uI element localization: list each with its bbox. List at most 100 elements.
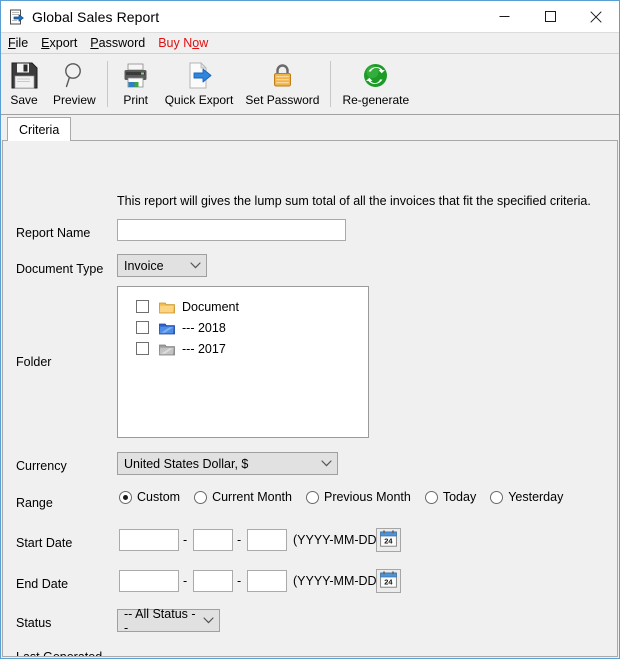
range-option-custom[interactable]: Custom (119, 490, 180, 504)
start-date-separator-2: - (237, 533, 242, 547)
magnifier-icon (57, 59, 91, 92)
radio-icon[interactable] (119, 490, 132, 504)
svg-text:24: 24 (384, 537, 393, 546)
document-type-select[interactable]: Invoice (117, 254, 207, 277)
range-label: Range (16, 496, 53, 510)
radio-icon[interactable] (424, 490, 438, 504)
minimize-icon[interactable] (481, 1, 527, 32)
range-option-label: Current Month (212, 490, 292, 504)
range-option-label: Today (442, 490, 477, 504)
calendar-icon: 24 (380, 571, 397, 591)
print-button[interactable]: Print (113, 59, 159, 113)
folder-checkbox[interactable] (136, 321, 149, 334)
preview-button[interactable]: Preview (47, 59, 102, 113)
list-item-label: Document (182, 299, 239, 314)
start-date-calendar-button[interactable]: 24 (376, 528, 401, 552)
start-date-format-hint: (YYYY-MM-DD) (293, 533, 381, 547)
last-generated-value: -- (119, 650, 128, 657)
list-item-label: --- 2017 (182, 341, 226, 356)
folder-icon-blue (159, 321, 175, 335)
toolbar: Save Preview Print Quick Export Set Pass… (1, 53, 619, 115)
tab-criteria-label: Criteria (19, 122, 60, 137)
status-value: -- All Status -- (124, 606, 196, 635)
status-select[interactable]: -- All Status -- (117, 606, 220, 635)
list-item[interactable]: --- 2018 (118, 317, 368, 338)
list-item[interactable]: --- 2017 (118, 338, 368, 359)
preview-button-label: Preview (53, 93, 96, 107)
document-type-label: Document Type (16, 262, 104, 276)
range-option-label: Custom (137, 490, 181, 504)
end-date-format-hint: (YYYY-MM-DD) (293, 574, 381, 588)
chevron-down-icon (198, 617, 219, 624)
document-export-icon (182, 59, 216, 92)
close-icon[interactable] (573, 1, 619, 32)
menu-item-password[interactable]: Password (90, 34, 152, 52)
svg-text:24: 24 (384, 578, 393, 587)
folder-icon-gold (159, 300, 175, 314)
report-name-label: Report Name (16, 226, 91, 240)
range-option-label: Yesterday (508, 490, 564, 504)
document-type-value: Invoice (124, 258, 164, 273)
folder-checkbox[interactable] (136, 342, 149, 355)
maximize-icon[interactable] (527, 1, 573, 32)
end-date-calendar-button[interactable]: 24 (376, 569, 401, 593)
save-button[interactable]: Save (1, 59, 47, 113)
range-option-previous-month[interactable]: Previous Month (305, 490, 411, 504)
application-window: Global Sales Report File Export Password… (0, 0, 620, 659)
chevron-down-icon (184, 262, 206, 269)
window-title: Global Sales Report (32, 8, 160, 25)
range-option-label: Previous Month (323, 490, 411, 504)
save-button-label: Save (10, 93, 38, 107)
quick-export-button-label: Quick Export (164, 93, 234, 107)
folder-list[interactable]: Document --- 2018 --- 2017 (117, 286, 369, 438)
floppy-disk-icon (7, 59, 41, 92)
print-button-label: Print (123, 93, 149, 107)
end-date-separator-2: - (237, 574, 242, 588)
title-bar: Global Sales Report (1, 1, 619, 32)
radio-icon[interactable] (194, 490, 208, 504)
currency-label: Currency (16, 459, 67, 473)
regenerate-button-label: Re-generate (342, 93, 410, 107)
menu-bar: File Export Password Buy Now (1, 32, 619, 53)
report-name-input[interactable] (117, 219, 346, 241)
end-date-day-input[interactable] (247, 570, 287, 592)
end-date-separator-1: - (183, 574, 188, 588)
last-generated-label: Last Generated (16, 650, 103, 657)
folder-icon-gray (159, 342, 175, 356)
regenerate-button[interactable]: Re-generate (336, 59, 415, 113)
menu-item-export[interactable]: Export (41, 34, 84, 52)
end-date-label: End Date (16, 577, 69, 591)
export-document-icon (9, 9, 25, 25)
tab-criteria[interactable]: Criteria (7, 117, 72, 141)
tab-strip: Criteria (1, 115, 619, 141)
folder-label: Folder (16, 355, 52, 369)
start-date-year-input[interactable] (119, 529, 179, 551)
toolbar-separator-2 (330, 61, 332, 107)
folder-checkbox[interactable] (136, 300, 149, 313)
menu-item-buy-now[interactable]: Buy Now (158, 34, 215, 52)
end-date-year-input[interactable] (119, 570, 179, 592)
printer-icon (119, 59, 153, 92)
start-date-month-input[interactable] (193, 529, 233, 551)
radio-icon[interactable] (490, 490, 504, 504)
menu-item-file[interactable]: File (8, 34, 35, 52)
currency-select[interactable]: United States Dollar, $ (117, 452, 338, 475)
set-password-button-label: Set Password (245, 93, 320, 107)
quick-export-button[interactable]: Quick Export (159, 59, 240, 113)
set-password-button[interactable]: Set Password (239, 59, 325, 113)
start-date-label: Start Date (16, 536, 73, 550)
range-option-yesterday[interactable]: Yesterday (490, 490, 563, 504)
range-option-today[interactable]: Today (424, 490, 477, 504)
refresh-circle-icon (359, 59, 393, 92)
currency-value: United States Dollar, $ (124, 456, 249, 471)
start-date-day-input[interactable] (247, 529, 287, 551)
range-radio-group: Custom Current Month Previous Month Toda… (119, 490, 577, 504)
chevron-down-icon (315, 460, 337, 467)
window-controls (481, 1, 619, 32)
list-item[interactable]: Document (118, 296, 368, 317)
calendar-icon: 24 (380, 530, 397, 550)
end-date-month-input[interactable] (193, 570, 233, 592)
range-option-current-month[interactable]: Current Month (194, 490, 292, 504)
radio-icon[interactable] (305, 490, 319, 504)
start-date-separator-1: - (183, 533, 188, 547)
